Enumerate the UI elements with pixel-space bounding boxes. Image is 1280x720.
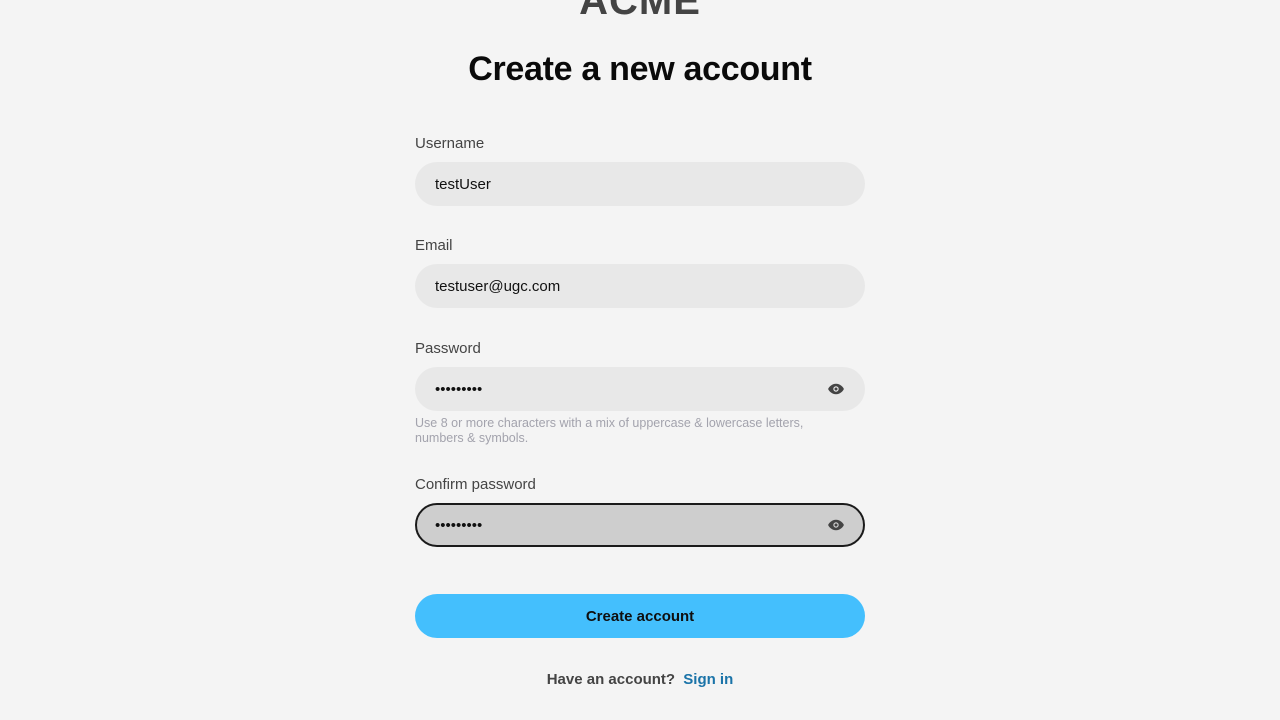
- email-group: Email: [415, 236, 865, 339]
- signin-link[interactable]: Sign in: [683, 671, 733, 688]
- password-label: Password: [415, 340, 481, 357]
- password-group: Password Use 8 or more characters with a…: [415, 339, 865, 475]
- signin-prompt-text: Have an account?: [546, 671, 676, 688]
- signup-form: Username Email Password: [415, 134, 865, 567]
- email-label: Email: [415, 237, 453, 254]
- email-input[interactable]: [415, 264, 865, 308]
- username-field-wrapper: [415, 162, 865, 206]
- signup-page: ACME Create a new account Username Email…: [0, 0, 1280, 720]
- email-field-wrapper: [415, 264, 865, 308]
- username-input[interactable]: [415, 162, 865, 206]
- username-group: Username: [415, 134, 865, 236]
- confirm-password-group: Confirm password: [415, 475, 865, 567]
- confirm-password-field-wrapper: [415, 503, 865, 547]
- username-label: Username: [415, 135, 485, 152]
- password-field-wrapper: [415, 367, 865, 411]
- brand-logo: ACME: [0, 0, 1280, 18]
- confirm-password-input[interactable]: [417, 505, 863, 545]
- signin-prompt-row: Have an account? Sign in: [0, 670, 1280, 690]
- confirm-password-label: Confirm password: [415, 476, 536, 493]
- page-title: Create a new account: [468, 50, 812, 88]
- eye-icon[interactable]: [827, 516, 845, 534]
- password-hint: Use 8 or more characters with a mix of u…: [415, 416, 804, 445]
- password-input[interactable]: [415, 367, 865, 411]
- create-account-button[interactable]: Create account: [415, 594, 865, 638]
- eye-icon[interactable]: [827, 380, 845, 398]
